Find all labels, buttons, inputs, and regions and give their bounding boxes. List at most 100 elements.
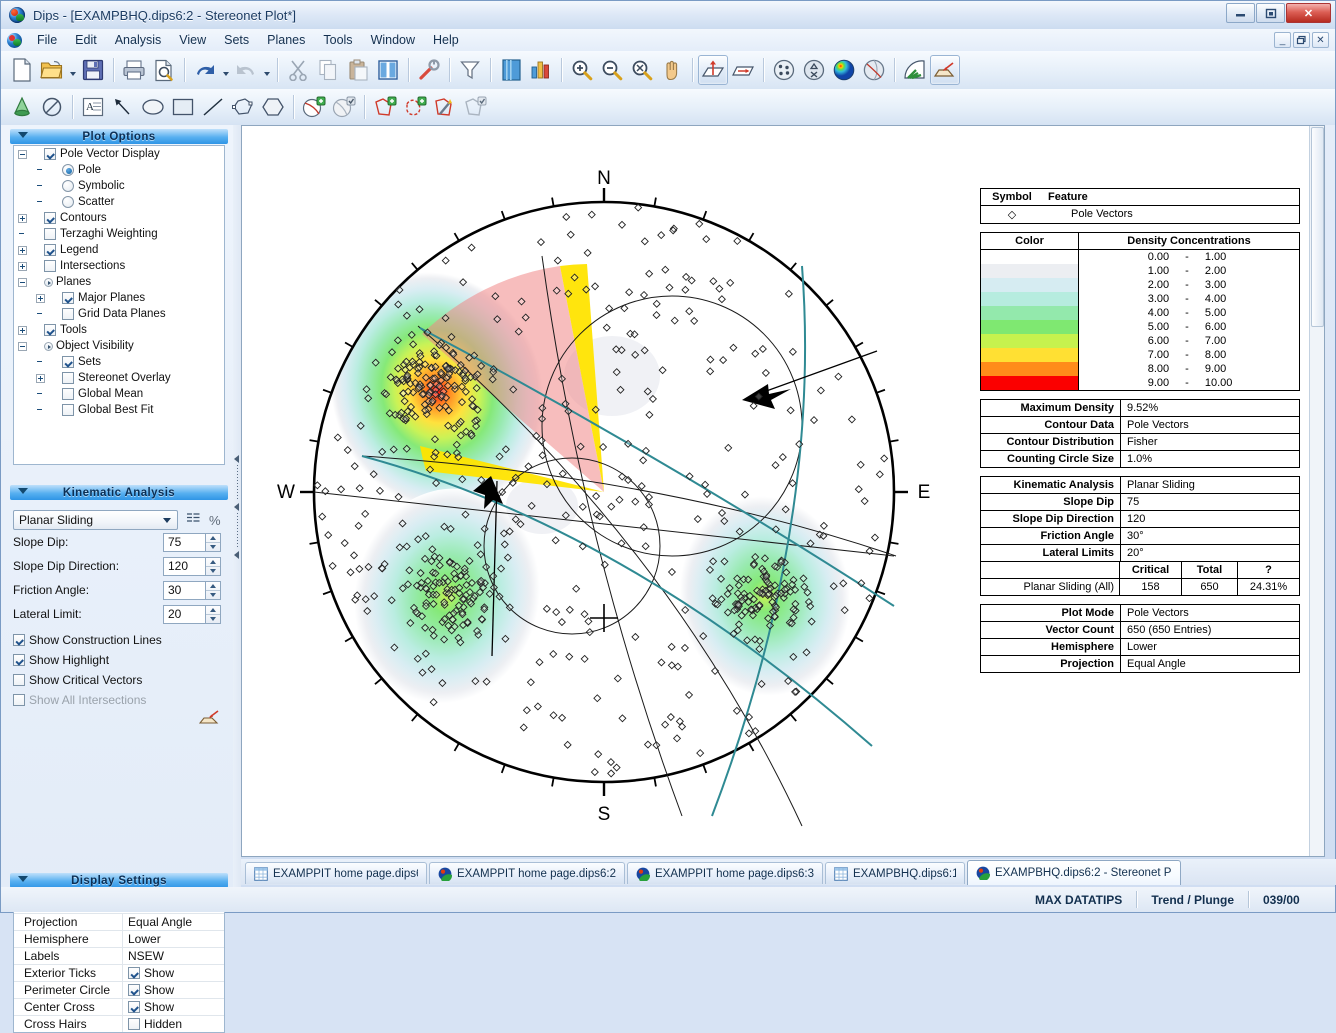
save-icon[interactable] (78, 55, 108, 85)
splitter-grip[interactable] (234, 455, 240, 575)
stepper-down-icon[interactable] (206, 543, 220, 551)
numeric-stepper[interactable]: 30 (163, 581, 221, 600)
tree-radio[interactable] (62, 180, 74, 192)
tree-checkbox[interactable] (62, 388, 74, 400)
plus-expander-icon[interactable] (36, 294, 45, 303)
filter-icon[interactable] (455, 55, 485, 85)
tree-item[interactable]: Legend (14, 242, 224, 258)
minus-expander-icon[interactable] (18, 278, 27, 287)
tree-item[interactable]: Contours (14, 210, 224, 226)
stepper-up-icon[interactable] (206, 582, 220, 591)
menu-item-help[interactable]: Help (424, 31, 468, 49)
tree-checkbox[interactable] (62, 292, 74, 304)
add-freehand-window-icon[interactable] (400, 92, 430, 122)
menu-item-view[interactable]: View (170, 31, 215, 49)
field-value[interactable]: 75 (163, 533, 205, 552)
tree-radio[interactable] (62, 164, 74, 176)
tile-windows-icon[interactable] (373, 55, 403, 85)
stepper-up-icon[interactable] (206, 534, 220, 543)
auto-window-icon[interactable] (430, 92, 460, 122)
info-viewer-icon[interactable] (496, 55, 526, 85)
add-line-icon[interactable] (728, 55, 758, 85)
checkbox[interactable] (13, 634, 25, 646)
zoom-out-icon[interactable] (597, 55, 627, 85)
rosette-plot-icon[interactable] (900, 55, 930, 85)
minimize-button[interactable] (1226, 3, 1255, 23)
percent-icon[interactable]: % (209, 513, 221, 528)
menu-item-sets[interactable]: Sets (215, 31, 258, 49)
numeric-stepper[interactable]: 75 (163, 533, 221, 552)
property-value-cell[interactable]: Show (122, 965, 224, 981)
tree-item[interactable]: Tools (14, 322, 224, 338)
stepper-buttons[interactable] (205, 581, 221, 600)
menu-item-analysis[interactable]: Analysis (106, 31, 171, 49)
tree-item[interactable]: Scatter (14, 194, 224, 210)
document-tab[interactable]: EXAMPPIT home page.dips6:3 - R... (627, 862, 823, 884)
redo-icon[interactable] (231, 55, 261, 85)
tree-item[interactable]: Planes (14, 274, 224, 290)
plus-expander-icon[interactable] (36, 374, 45, 383)
kinematic-checkbox-row[interactable]: Show Highlight (13, 650, 233, 670)
ellipse-tool-icon[interactable] (138, 92, 168, 122)
tree-item[interactable]: Stereonet Overlay (14, 370, 224, 386)
tree-checkbox[interactable] (44, 324, 56, 336)
open-file-icon[interactable] (37, 55, 67, 85)
mdi-restore-button[interactable] (1293, 32, 1310, 48)
tree-checkbox[interactable] (62, 356, 74, 368)
chart-icon[interactable] (526, 55, 556, 85)
tools-wrench-icon[interactable] (414, 55, 444, 85)
paste-icon[interactable] (343, 55, 373, 85)
text-box-icon[interactable]: A (78, 92, 108, 122)
maximize-button[interactable] (1256, 3, 1285, 23)
display-settings-header[interactable]: Display Settings (10, 873, 228, 888)
checkbox[interactable] (13, 674, 25, 686)
print-preview-icon[interactable] (149, 55, 179, 85)
undo-dropdown-icon[interactable] (220, 55, 231, 85)
zoom-in-icon[interactable] (567, 55, 597, 85)
rectangle-tool-icon[interactable] (168, 92, 198, 122)
kinematic-mode-select[interactable]: Planar Sliding (13, 510, 178, 530)
scatter-plot-icon[interactable] (769, 55, 799, 85)
property-row[interactable]: Cross HairsHidden (14, 1015, 224, 1032)
stepper-buttons[interactable] (205, 533, 221, 552)
plus-expander-icon[interactable] (18, 262, 27, 271)
tree-item[interactable]: Object Visibility (14, 338, 224, 354)
kinematic-analysis-icon[interactable] (199, 709, 221, 730)
open-dropdown-icon[interactable] (67, 55, 78, 85)
property-row[interactable]: Perimeter CircleShow (14, 981, 224, 998)
menu-item-planes[interactable]: Planes (258, 31, 314, 49)
stepper-down-icon[interactable] (206, 567, 220, 575)
edit-user-plane-icon[interactable] (329, 92, 359, 122)
plot-options-header[interactable]: Plot Options (10, 129, 228, 144)
tree-checkbox[interactable] (44, 228, 56, 240)
minus-expander-icon[interactable] (18, 150, 27, 159)
stepper-buttons[interactable] (205, 557, 221, 576)
tree-checkbox[interactable] (44, 260, 56, 272)
plus-expander-icon[interactable] (18, 214, 27, 223)
tree-item[interactable]: Major Planes (14, 290, 224, 306)
tree-radio[interactable] (62, 196, 74, 208)
contour-globe-icon[interactable] (829, 55, 859, 85)
stepper-up-icon[interactable] (206, 558, 220, 567)
mdi-minimize-button[interactable]: _ (1274, 32, 1291, 48)
new-file-icon[interactable] (7, 55, 37, 85)
copy-icon[interactable] (313, 55, 343, 85)
add-window-icon[interactable] (370, 92, 400, 122)
document-tab[interactable]: EXAMPPIT home page.dips6:1 (245, 862, 427, 884)
undo-icon[interactable] (190, 55, 220, 85)
tree-checkbox[interactable] (62, 372, 74, 384)
menu-item-edit[interactable]: Edit (66, 31, 106, 49)
kinematic-checkbox-row[interactable]: Show Critical Vectors (13, 670, 233, 690)
property-row[interactable]: Exterior TicksShow (14, 964, 224, 981)
tree-item[interactable]: Pole Vector Display (14, 146, 224, 162)
panel-splitter[interactable] (233, 125, 241, 889)
zoom-all-icon[interactable] (627, 55, 657, 85)
menu-item-file[interactable]: File (28, 31, 66, 49)
field-value[interactable]: 120 (163, 557, 205, 576)
close-button[interactable]: ✕ (1286, 3, 1331, 23)
field-value[interactable]: 20 (163, 605, 205, 624)
property-value-cell[interactable]: Equal Angle (122, 914, 224, 930)
add-user-plane-icon[interactable] (299, 92, 329, 122)
property-row[interactable]: HemisphereLower (14, 930, 224, 947)
stepper-buttons[interactable] (205, 605, 221, 624)
